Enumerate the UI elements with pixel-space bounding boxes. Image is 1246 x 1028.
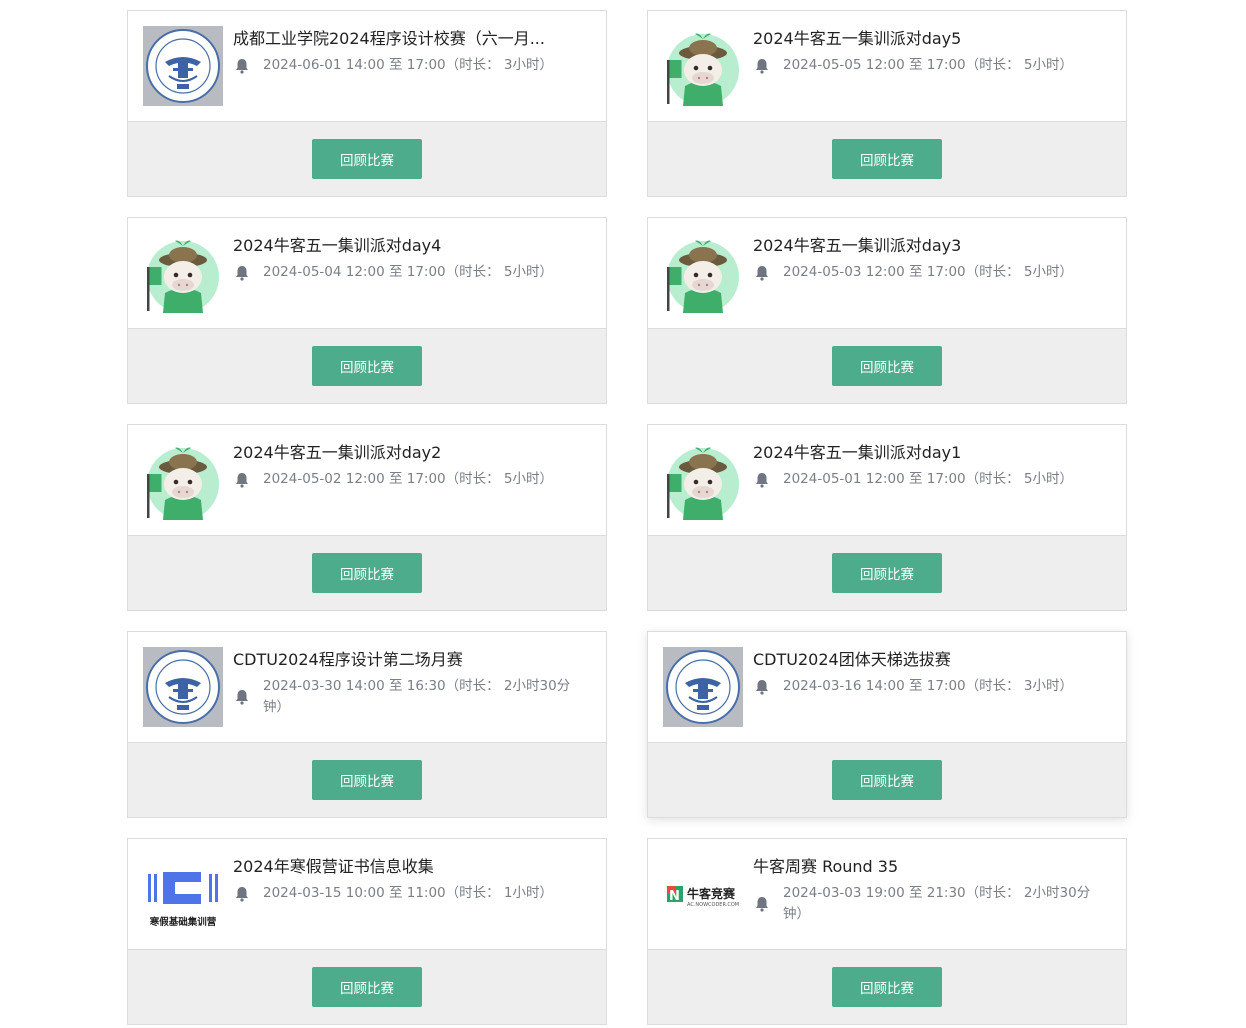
contest-time-row: 2024-03-30 14:00 至 16:30（时长： 2小时30分钟） bbox=[233, 676, 593, 718]
contest-time-row: 2024-06-01 14:00 至 17:00（时长： 3小时） bbox=[233, 55, 593, 76]
bell-icon bbox=[756, 265, 768, 281]
contest-title[interactable]: 2024牛客五一集训派对day5 bbox=[753, 28, 1073, 50]
contest-card-footer: 回顾比赛 bbox=[128, 329, 606, 403]
contest-card-header: N 牛客竞赛 AC.NOWCODER.COM 牛客周赛 Round 35 202… bbox=[648, 839, 1126, 950]
review-contest-button[interactable]: 回顾比赛 bbox=[312, 967, 422, 1007]
contest-time: 2024-03-16 14:00 至 17:00（时长： 3小时） bbox=[783, 678, 1074, 694]
review-contest-button[interactable]: 回顾比赛 bbox=[832, 967, 942, 1007]
nowcoder-mascot-logo[interactable] bbox=[663, 440, 743, 520]
bell-icon bbox=[756, 897, 768, 912]
contest-card: 2024牛客五一集训派对day3 2024-05-03 12:00 至 17:0… bbox=[647, 217, 1127, 404]
contest-time: 2024-05-02 12:00 至 17:00（时长： 5小时） bbox=[263, 471, 554, 487]
nowcoder-mascot-logo[interactable] bbox=[143, 233, 223, 313]
contest-time: 2024-03-15 10:00 至 11:00（时长： 1小时） bbox=[263, 885, 554, 901]
contest-time: 2024-03-30 14:00 至 16:30（时长： 2小时30分钟） bbox=[263, 678, 571, 715]
contest-time-row: 2024-03-16 14:00 至 17:00（时长： 3小时） bbox=[753, 676, 1113, 697]
contest-time-row: 2024-05-05 12:00 至 17:00（时长： 5小时） bbox=[753, 55, 1113, 76]
contest-time-row: 2024-05-01 12:00 至 17:00（时长： 5小时） bbox=[753, 469, 1113, 490]
bell-icon bbox=[236, 58, 248, 74]
bell-icon bbox=[236, 690, 248, 705]
contest-time-row: 2024-05-03 12:00 至 17:00（时长： 5小时） bbox=[753, 262, 1113, 283]
contest-title[interactable]: 2024牛客五一集训派对day1 bbox=[753, 442, 1073, 464]
review-contest-button[interactable]: 回顾比赛 bbox=[312, 346, 422, 386]
contest-card-header: CDTU2024团体天梯选拔赛 2024-03-16 14:00 至 17:00… bbox=[648, 632, 1126, 743]
nowcoder-mascot-logo[interactable] bbox=[663, 233, 743, 313]
contest-grid: 成都工业学院2024程序设计校赛（六一月... 2024-06-01 14:00… bbox=[127, 10, 1127, 1025]
contest-card: 2024牛客五一集训派对day1 2024-05-01 12:00 至 17:0… bbox=[647, 424, 1127, 611]
contest-time: 2024-03-03 19:00 至 21:30（时长： 2小时30分钟） bbox=[783, 885, 1091, 922]
contest-card: 2024牛客五一集训派对day4 2024-05-04 12:00 至 17:0… bbox=[127, 217, 607, 404]
cdtu-seal-logo[interactable] bbox=[143, 647, 223, 727]
review-contest-button[interactable]: 回顾比赛 bbox=[832, 553, 942, 593]
winter-camp-logo[interactable]: 寒假基础集训营 bbox=[143, 854, 223, 934]
contest-card-footer: 回顾比赛 bbox=[128, 122, 606, 196]
contest-title[interactable]: 2024牛客五一集训派对day2 bbox=[233, 442, 553, 464]
contest-title[interactable]: 2024牛客五一集训派对day4 bbox=[233, 235, 553, 257]
contest-title[interactable]: 2024年寒假营证书信息收集 bbox=[233, 856, 553, 878]
review-contest-button[interactable]: 回顾比赛 bbox=[832, 346, 942, 386]
contest-card: CDTU2024团体天梯选拔赛 2024-03-16 14:00 至 17:00… bbox=[647, 631, 1127, 818]
cdtu-seal-logo[interactable] bbox=[143, 26, 223, 106]
contest-title[interactable]: CDTU2024程序设计第二场月赛 bbox=[233, 649, 553, 671]
contest-card-header: 2024牛客五一集训派对day1 2024-05-01 12:00 至 17:0… bbox=[648, 425, 1126, 536]
bell-icon bbox=[756, 472, 768, 488]
contest-card-footer: 回顾比赛 bbox=[648, 329, 1126, 403]
review-contest-button[interactable]: 回顾比赛 bbox=[832, 139, 942, 179]
contest-card-header: 成都工业学院2024程序设计校赛（六一月... 2024-06-01 14:00… bbox=[128, 11, 606, 122]
nowcoder-mascot-logo[interactable] bbox=[663, 26, 743, 106]
contest-time: 2024-05-04 12:00 至 17:00（时长： 5小时） bbox=[263, 264, 554, 280]
contest-card: 2024牛客五一集训派对day2 2024-05-02 12:00 至 17:0… bbox=[127, 424, 607, 611]
nowcoder-contest-logo[interactable]: N 牛客竞赛 AC.NOWCODER.COM bbox=[663, 854, 743, 934]
contest-card-header: 寒假基础集训营 2024年寒假营证书信息收集 2024-03-15 10:00 … bbox=[128, 839, 606, 950]
review-contest-button[interactable]: 回顾比赛 bbox=[312, 553, 422, 593]
contest-card-footer: 回顾比赛 bbox=[128, 743, 606, 817]
contest-card-footer: 回顾比赛 bbox=[648, 536, 1126, 610]
bell-icon bbox=[236, 265, 248, 281]
contest-time-row: 2024-03-03 19:00 至 21:30（时长： 2小时30分钟） bbox=[753, 883, 1113, 925]
bell-icon bbox=[756, 58, 768, 74]
contest-card-footer: 回顾比赛 bbox=[128, 950, 606, 1024]
contest-card-header: 2024牛客五一集训派对day3 2024-05-03 12:00 至 17:0… bbox=[648, 218, 1126, 329]
contest-card-header: 2024牛客五一集训派对day2 2024-05-02 12:00 至 17:0… bbox=[128, 425, 606, 536]
contest-time-row: 2024-03-15 10:00 至 11:00（时长： 1小时） bbox=[233, 883, 593, 904]
review-contest-button[interactable]: 回顾比赛 bbox=[832, 760, 942, 800]
bell-icon bbox=[756, 679, 768, 695]
contest-card: 成都工业学院2024程序设计校赛（六一月... 2024-06-01 14:00… bbox=[127, 10, 607, 197]
contest-title[interactable]: 牛客周赛 Round 35 bbox=[753, 856, 1073, 878]
nowcoder-contest-logo-subtext: AC.NOWCODER.COM bbox=[687, 902, 740, 908]
contest-card-footer: 回顾比赛 bbox=[648, 122, 1126, 196]
contest-card-header: 2024牛客五一集训派对day5 2024-05-05 12:00 至 17:0… bbox=[648, 11, 1126, 122]
contest-time: 2024-05-03 12:00 至 17:00（时长： 5小时） bbox=[783, 264, 1074, 280]
contest-time: 2024-06-01 14:00 至 17:00（时长： 3小时） bbox=[263, 57, 554, 73]
contest-time-row: 2024-05-04 12:00 至 17:00（时长： 5小时） bbox=[233, 262, 593, 283]
contest-card-header: 2024牛客五一集训派对day4 2024-05-04 12:00 至 17:0… bbox=[128, 218, 606, 329]
contest-card: 寒假基础集训营 2024年寒假营证书信息收集 2024-03-15 10:00 … bbox=[127, 838, 607, 1025]
contest-card: N 牛客竞赛 AC.NOWCODER.COM 牛客周赛 Round 35 202… bbox=[647, 838, 1127, 1025]
contest-card-header: CDTU2024程序设计第二场月赛 2024-03-30 14:00 至 16:… bbox=[128, 632, 606, 743]
review-contest-button[interactable]: 回顾比赛 bbox=[312, 139, 422, 179]
contest-card-footer: 回顾比赛 bbox=[648, 743, 1126, 817]
contest-time-row: 2024-05-02 12:00 至 17:00（时长： 5小时） bbox=[233, 469, 593, 490]
contest-time: 2024-05-05 12:00 至 17:00（时长： 5小时） bbox=[783, 57, 1074, 73]
bell-icon bbox=[236, 472, 248, 488]
contest-card-footer: 回顾比赛 bbox=[128, 536, 606, 610]
nowcoder-contest-logo-text: 牛客竞赛 bbox=[687, 887, 736, 901]
contest-title[interactable]: CDTU2024团体天梯选拔赛 bbox=[753, 649, 1073, 671]
svg-text:N: N bbox=[669, 889, 680, 904]
nowcoder-mascot-logo[interactable] bbox=[143, 440, 223, 520]
winter-camp-logo-text: 寒假基础集训营 bbox=[149, 917, 217, 928]
bell-icon bbox=[236, 886, 248, 902]
contest-card-footer: 回顾比赛 bbox=[648, 950, 1126, 1024]
contest-time: 2024-05-01 12:00 至 17:00（时长： 5小时） bbox=[783, 471, 1074, 487]
contest-title[interactable]: 2024牛客五一集训派对day3 bbox=[753, 235, 1073, 257]
contest-card: CDTU2024程序设计第二场月赛 2024-03-30 14:00 至 16:… bbox=[127, 631, 607, 818]
cdtu-seal-logo[interactable] bbox=[663, 647, 743, 727]
review-contest-button[interactable]: 回顾比赛 bbox=[312, 760, 422, 800]
contest-card: 2024牛客五一集训派对day5 2024-05-05 12:00 至 17:0… bbox=[647, 10, 1127, 197]
contest-title[interactable]: 成都工业学院2024程序设计校赛（六一月... bbox=[233, 28, 553, 50]
